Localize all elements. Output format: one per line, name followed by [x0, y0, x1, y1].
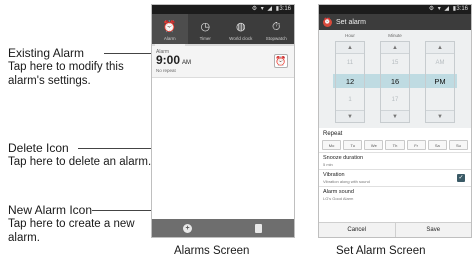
callout-description: Tap here to create a new alarm.	[8, 218, 135, 244]
callout-description: Tap here to modify this alarm's settings…	[8, 61, 124, 87]
caption-set-alarm-screen: Set Alarm Screen	[336, 245, 426, 257]
setting-title: Alarm sound	[323, 189, 354, 195]
cancel-button[interactable]: Cancel	[319, 223, 395, 237]
status-icons: ⚙ ▾ ◢ ▮	[251, 6, 280, 12]
add-alarm-icon: +	[183, 223, 192, 233]
minute-up-arrow-icon[interactable]: ▲	[381, 42, 409, 54]
time-picker: Hour Minute ▲ 11 12 1 ▼ ▲ 15 16 17 ▼ ▲ A…	[319, 30, 471, 128]
alarm-app-icon: ⏰	[323, 17, 332, 27]
ampm-down-arrow-icon[interactable]: ▼	[426, 110, 454, 122]
snooze-duration-setting[interactable]: Snooze duration 5 min	[319, 152, 471, 169]
minute-selected: 16	[390, 77, 400, 86]
ampm-prev: AM	[435, 60, 445, 66]
bottom-action-bar: +	[152, 219, 294, 237]
stopwatch-icon: ⏱	[271, 21, 281, 33]
tab-timer[interactable]: ◷ Timer	[188, 14, 224, 44]
ampm-selected: PM	[434, 77, 446, 86]
tab-label: Timer	[199, 36, 211, 41]
hour-selected: 12	[345, 77, 355, 86]
dialog-button-row: Cancel Save	[319, 222, 471, 237]
existing-alarm-item[interactable]: Alarm 9:00 AM No repeat ⏰	[152, 46, 294, 78]
setting-title: Snooze duration	[323, 155, 364, 161]
set-alarm-screen: ⚙ ▾ ◢ ▮ 3:16 ⏰ Set alarm Hour Minute ▲ 1…	[318, 4, 472, 238]
setting-title: Vibration	[323, 172, 345, 178]
tab-stopwatch[interactable]: ⏱ Stopwatch	[259, 14, 295, 44]
repeat-label: Repeat	[323, 131, 343, 137]
hour-wheel[interactable]: ▲ 11 12 1 ▼	[335, 41, 365, 123]
ampm-wheel[interactable]: ▲ AM PM ▼	[425, 41, 455, 123]
alarm-repeat: No repeat	[156, 68, 176, 73]
status-bar: ⚙ ▾ ◢ ▮ 3:16	[152, 5, 294, 14]
callout-description: Tap here to delete an alarm.	[8, 156, 152, 168]
alarms-screen: ⚙ ▾ ◢ ▮ 3:16 ⏰ Alarm ◷ Timer ◍ World clo…	[151, 4, 295, 238]
ampm-up-arrow-icon[interactable]: ▲	[426, 42, 454, 54]
tab-label: Alarm	[163, 36, 176, 41]
tab-label: Stopwatch	[265, 36, 287, 41]
vibration-checkbox[interactable]: ✓	[457, 174, 465, 182]
leader-line-existing	[104, 53, 152, 54]
status-time: 3:16	[279, 6, 291, 12]
setting-subtitle: LG's Good Alarm	[323, 196, 354, 201]
hour-up-arrow-icon[interactable]: ▲	[336, 42, 364, 54]
delete-alarm-button[interactable]	[223, 219, 294, 237]
page-title: Set alarm	[336, 18, 366, 26]
setting-subtitle: 5 min	[323, 162, 333, 167]
alarm-list-empty-area	[152, 80, 294, 219]
tab-alarm[interactable]: ⏰ Alarm	[152, 14, 188, 46]
alarm-ampm: AM	[182, 60, 192, 66]
day-toggle-su[interactable]: Su	[448, 140, 468, 150]
alarm-sound-setting[interactable]: Alarm sound LG's Good Alarm	[319, 186, 471, 203]
save-button[interactable]: Save	[394, 223, 472, 237]
minute-prev: 15	[391, 60, 399, 66]
minute-down-arrow-icon[interactable]: ▼	[381, 110, 409, 122]
hour-prev: 11	[346, 60, 354, 66]
day-toggle-th[interactable]: Th	[385, 140, 405, 150]
globe-icon: ◍	[235, 21, 246, 33]
repeat-days: Mo Tu We Th Fr Sa Su	[319, 138, 471, 152]
day-toggle-mo[interactable]: Mo	[322, 140, 342, 150]
day-toggle-fr[interactable]: Fr	[406, 140, 426, 150]
status-bar: ⚙ ▾ ◢ ▮ 3:16	[319, 5, 471, 14]
day-toggle-we[interactable]: We	[364, 140, 384, 150]
timer-icon: ◷	[200, 21, 211, 33]
hour-down-arrow-icon[interactable]: ▼	[336, 110, 364, 122]
status-time: 3:16	[456, 6, 468, 12]
title-bar: ⏰ Set alarm	[319, 14, 471, 30]
minute-column-label: Minute	[388, 33, 402, 38]
day-toggle-sa[interactable]: Sa	[427, 140, 447, 150]
alarm-clock-icon: ⏰	[162, 21, 177, 33]
minute-next: 17	[391, 97, 399, 103]
callout-delete-icon: Delete Icon Tap here to delete an alarm.	[8, 141, 158, 169]
status-icons: ⚙ ▾ ◢ ▮	[428, 6, 457, 12]
new-alarm-button[interactable]: +	[152, 219, 223, 237]
caption-alarms-screen: Alarms Screen	[174, 245, 250, 257]
vibration-setting[interactable]: Vibration Vibration along with sound ✓	[319, 169, 471, 186]
tab-world-clock[interactable]: ◍ World clock	[223, 14, 259, 44]
tab-label: World clock	[229, 36, 253, 41]
hour-next: 1	[348, 97, 352, 103]
hour-column-label: Hour	[345, 33, 355, 38]
trash-icon	[255, 223, 262, 233]
day-toggle-tu[interactable]: Tu	[343, 140, 363, 150]
minute-wheel[interactable]: ▲ 15 16 17 ▼	[380, 41, 410, 123]
alarm-time-value: 9:00	[156, 53, 181, 67]
tab-bar: ⏰ Alarm ◷ Timer ◍ World clock ⏱ Stopwatc…	[152, 14, 294, 46]
setting-subtitle: Vibration along with sound	[323, 179, 370, 184]
alarm-toggle-icon[interactable]: ⏰	[274, 54, 288, 68]
